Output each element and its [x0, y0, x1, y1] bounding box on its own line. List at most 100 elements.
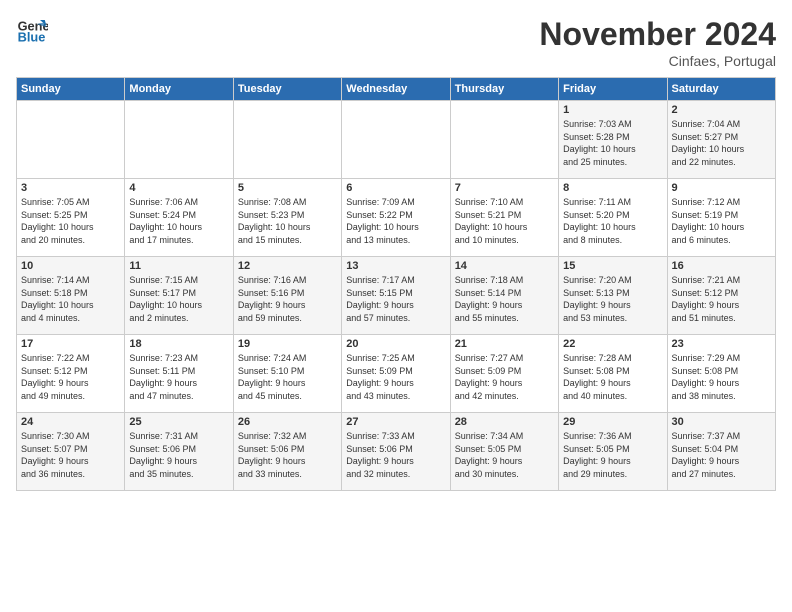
day-number: 14: [455, 260, 554, 272]
day-number: 25: [129, 416, 228, 428]
calendar-cell: 21 Sunrise: 7:27 AM Sunset: 5:09 PM Dayli…: [450, 335, 558, 413]
day-info: Sunrise: 7:10 AM Sunset: 5:21 PM Dayligh…: [455, 196, 554, 246]
day-number: 21: [455, 338, 554, 350]
calendar-cell: 10Sunrise: 7:14 AM Sunset: 5:18 PM Dayli…: [17, 257, 125, 335]
day-info: Sunrise: 7:30 AM Sunset: 5:07 PM Dayligh…: [21, 430, 120, 480]
day-info: Sunrise: 7:33 AM Sunset: 5:06 PM Dayligh…: [346, 430, 445, 480]
day-info: Sunrise: 7:06 AM Sunset: 5:24 PM Dayligh…: [129, 196, 228, 246]
page: General Blue November 2024 Cinfaes, Port…: [0, 0, 792, 612]
day-info: Sunrise: 7:28 AM Sunset: 5:08 PM Dayligh…: [563, 352, 662, 402]
day-info: Sunrise: 7:25 AM Sunset: 5:09 PM Dayligh…: [346, 352, 445, 402]
subtitle: Cinfaes, Portugal: [539, 53, 776, 69]
col-tuesday: Tuesday: [233, 78, 341, 101]
week-row-3: 10Sunrise: 7:14 AM Sunset: 5:18 PM Dayli…: [17, 257, 776, 335]
day-number: 28: [455, 416, 554, 428]
calendar-cell: 24 Sunrise: 7:30 AM Sunset: 5:07 PM Dayli…: [17, 413, 125, 491]
day-info: Sunrise: 7:12 AM Sunset: 5:19 PM Dayligh…: [672, 196, 771, 246]
day-number: 13: [346, 260, 445, 272]
calendar-cell: 8 Sunrise: 7:11 AM Sunset: 5:20 PM Daylig…: [559, 179, 667, 257]
calendar-cell: [17, 101, 125, 179]
calendar-cell: 14 Sunrise: 7:18 AM Sunset: 5:14 PM Dayli…: [450, 257, 558, 335]
day-number: 26: [238, 416, 337, 428]
col-wednesday: Wednesday: [342, 78, 450, 101]
day-info: Sunrise: 7:17 AM Sunset: 5:15 PM Dayligh…: [346, 274, 445, 324]
day-number: 19: [238, 338, 337, 350]
day-number: 5: [238, 182, 337, 194]
day-number: 17: [21, 338, 120, 350]
calendar-cell: 30 Sunrise: 7:37 AM Sunset: 5:04 PM Dayli…: [667, 413, 775, 491]
day-number: 27: [346, 416, 445, 428]
header: General Blue November 2024 Cinfaes, Port…: [16, 16, 776, 69]
calendar-cell: 3Sunrise: 7:05 AM Sunset: 5:25 PM Daylig…: [17, 179, 125, 257]
calendar-cell: 12Sunrise: 7:16 AM Sunset: 5:16 PM Dayli…: [233, 257, 341, 335]
calendar-cell: 7 Sunrise: 7:10 AM Sunset: 5:21 PM Daylig…: [450, 179, 558, 257]
day-info: Sunrise: 7:14 AM Sunset: 5:18 PM Dayligh…: [21, 274, 120, 324]
calendar-cell: [450, 101, 558, 179]
calendar-cell: 18 Sunrise: 7:23 AM Sunset: 5:11 PM Dayli…: [125, 335, 233, 413]
calendar-cell: 9 Sunrise: 7:12 AM Sunset: 5:19 PM Daylig…: [667, 179, 775, 257]
title-block: November 2024 Cinfaes, Portugal: [539, 16, 776, 69]
day-info: Sunrise: 7:24 AM Sunset: 5:10 PM Dayligh…: [238, 352, 337, 402]
calendar-cell: 6 Sunrise: 7:09 AM Sunset: 5:22 PM Daylig…: [342, 179, 450, 257]
day-info: Sunrise: 7:27 AM Sunset: 5:09 PM Dayligh…: [455, 352, 554, 402]
day-number: 16: [672, 260, 771, 272]
day-info: Sunrise: 7:03 AM Sunset: 5:28 PM Dayligh…: [563, 118, 662, 168]
day-number: 24: [21, 416, 120, 428]
col-saturday: Saturday: [667, 78, 775, 101]
logo-icon: General Blue: [16, 16, 48, 48]
day-info: Sunrise: 7:11 AM Sunset: 5:20 PM Dayligh…: [563, 196, 662, 246]
week-row-2: 3Sunrise: 7:05 AM Sunset: 5:25 PM Daylig…: [17, 179, 776, 257]
day-info: Sunrise: 7:29 AM Sunset: 5:08 PM Dayligh…: [672, 352, 771, 402]
day-number: 11: [129, 260, 228, 272]
day-number: 30: [672, 416, 771, 428]
day-info: Sunrise: 7:08 AM Sunset: 5:23 PM Dayligh…: [238, 196, 337, 246]
day-number: 23: [672, 338, 771, 350]
day-number: 8: [563, 182, 662, 194]
day-info: Sunrise: 7:20 AM Sunset: 5:13 PM Dayligh…: [563, 274, 662, 324]
calendar-cell: 17Sunrise: 7:22 AM Sunset: 5:12 PM Dayli…: [17, 335, 125, 413]
day-number: 29: [563, 416, 662, 428]
day-number: 4: [129, 182, 228, 194]
calendar-cell: [233, 101, 341, 179]
calendar-cell: 28Sunrise: 7:34 AM Sunset: 5:05 PM Dayli…: [450, 413, 558, 491]
calendar-cell: 19 Sunrise: 7:24 AM Sunset: 5:10 PM Dayli…: [233, 335, 341, 413]
calendar-cell: [125, 101, 233, 179]
calendar-cell: 16 Sunrise: 7:21 AM Sunset: 5:12 PM Dayli…: [667, 257, 775, 335]
calendar-cell: 22 Sunrise: 7:28 AM Sunset: 5:08 PM Dayli…: [559, 335, 667, 413]
calendar-cell: 20Sunrise: 7:25 AM Sunset: 5:09 PM Dayli…: [342, 335, 450, 413]
day-number: 1: [563, 104, 662, 116]
week-row-4: 17Sunrise: 7:22 AM Sunset: 5:12 PM Dayli…: [17, 335, 776, 413]
calendar-cell: 15Sunrise: 7:20 AM Sunset: 5:13 PM Dayli…: [559, 257, 667, 335]
day-info: Sunrise: 7:37 AM Sunset: 5:04 PM Dayligh…: [672, 430, 771, 480]
day-number: 2: [672, 104, 771, 116]
day-number: 18: [129, 338, 228, 350]
col-thursday: Thursday: [450, 78, 558, 101]
day-number: 3: [21, 182, 120, 194]
calendar-cell: 13 Sunrise: 7:17 AM Sunset: 5:15 PM Dayli…: [342, 257, 450, 335]
day-number: 22: [563, 338, 662, 350]
day-info: Sunrise: 7:18 AM Sunset: 5:14 PM Dayligh…: [455, 274, 554, 324]
calendar-cell: 26Sunrise: 7:32 AM Sunset: 5:06 PM Dayli…: [233, 413, 341, 491]
month-title: November 2024: [539, 16, 776, 53]
svg-text:Blue: Blue: [18, 30, 46, 45]
calendar-table: Sunday Monday Tuesday Wednesday Thursday…: [16, 77, 776, 491]
col-sunday: Sunday: [17, 78, 125, 101]
col-friday: Friday: [559, 78, 667, 101]
calendar-cell: 27 Sunrise: 7:33 AM Sunset: 5:06 PM Dayli…: [342, 413, 450, 491]
day-info: Sunrise: 7:09 AM Sunset: 5:22 PM Dayligh…: [346, 196, 445, 246]
week-row-1: 1 Sunrise: 7:03 AM Sunset: 5:28 PM Daylig…: [17, 101, 776, 179]
day-info: Sunrise: 7:16 AM Sunset: 5:16 PM Dayligh…: [238, 274, 337, 324]
day-number: 9: [672, 182, 771, 194]
calendar-cell: [342, 101, 450, 179]
logo: General Blue: [16, 16, 48, 48]
day-number: 6: [346, 182, 445, 194]
calendar-cell: 11Sunrise: 7:15 AM Sunset: 5:17 PM Dayli…: [125, 257, 233, 335]
calendar-cell: 5 Sunrise: 7:08 AM Sunset: 5:23 PM Daylig…: [233, 179, 341, 257]
week-row-5: 24 Sunrise: 7:30 AM Sunset: 5:07 PM Dayli…: [17, 413, 776, 491]
day-info: Sunrise: 7:21 AM Sunset: 5:12 PM Dayligh…: [672, 274, 771, 324]
calendar-cell: 1 Sunrise: 7:03 AM Sunset: 5:28 PM Daylig…: [559, 101, 667, 179]
day-info: Sunrise: 7:23 AM Sunset: 5:11 PM Dayligh…: [129, 352, 228, 402]
calendar-cell: 4 Sunrise: 7:06 AM Sunset: 5:24 PM Daylig…: [125, 179, 233, 257]
day-info: Sunrise: 7:04 AM Sunset: 5:27 PM Dayligh…: [672, 118, 771, 168]
day-number: 7: [455, 182, 554, 194]
